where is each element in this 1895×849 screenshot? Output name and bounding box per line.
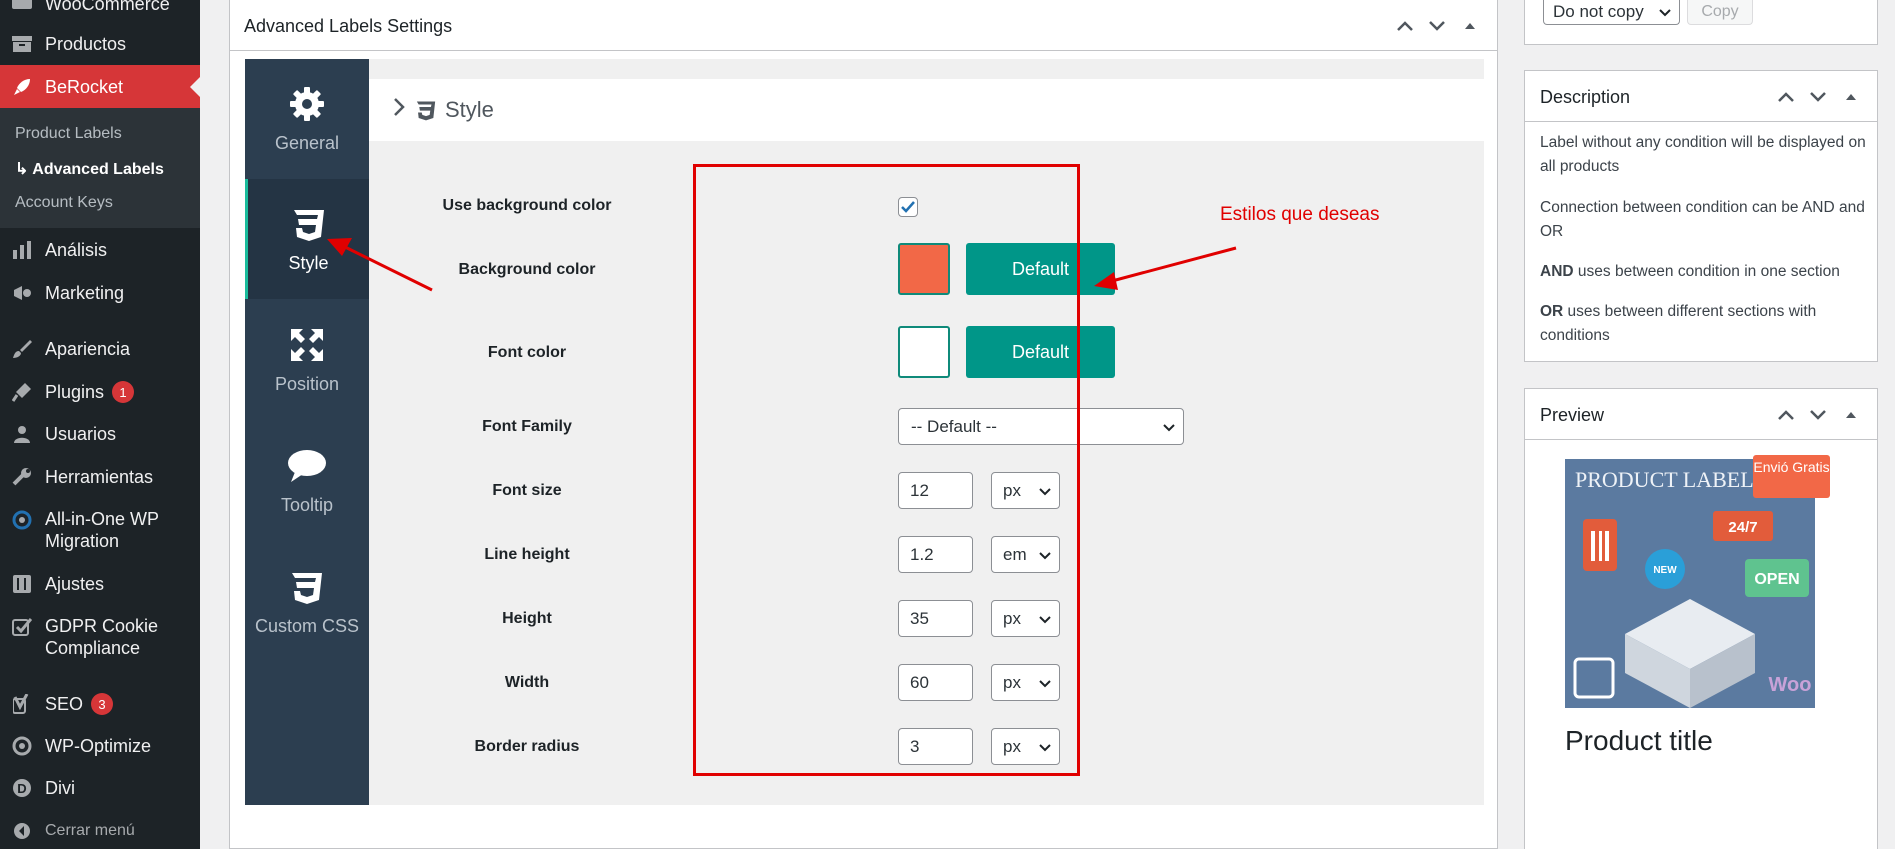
product-label-badge: Envió Gratis — [1753, 455, 1830, 498]
caret-up-icon — [1846, 412, 1856, 418]
description-keyword: AND — [1540, 263, 1574, 280]
description-paragraph: AND uses between condition in one sectio… — [1540, 260, 1870, 284]
arrow-to-style-box — [1094, 246, 1237, 290]
copy-button[interactable]: Copy — [1687, 0, 1753, 25]
copy-mode-select[interactable]: Do not copy — [1543, 0, 1680, 25]
chevron-up-icon — [1778, 410, 1794, 420]
description-paragraph: OR uses between different sections with … — [1540, 300, 1870, 348]
chevron-down-icon — [1810, 410, 1826, 420]
chevron-down-icon — [1810, 92, 1826, 102]
description-text: uses between condition in one section — [1573, 263, 1840, 280]
preview-title: Preview — [1540, 405, 1605, 425]
chevron-up-icon — [1778, 92, 1794, 102]
description-keyword: OR — [1540, 303, 1564, 320]
copy-mode-value: Do not copy — [1553, 2, 1644, 21]
description-title: Description — [1540, 87, 1631, 107]
illustration-tag-24-7: 24/7 — [1728, 519, 1757, 536]
move-down-button[interactable] — [1806, 403, 1830, 427]
copy-settings-box: Do not copy Copy — [1524, 0, 1878, 45]
description-paragraph: Connection between condition can be AND … — [1540, 199, 1865, 240]
description-paragraph: Label without any condition will be disp… — [1540, 134, 1866, 175]
arrow-to-style-tab — [327, 238, 433, 292]
description-box: Description Label without any condition … — [1524, 70, 1878, 362]
preview-box: Preview PRODUCT LABELS 24/7 NEW OPEN Woo… — [1524, 388, 1878, 849]
move-up-button[interactable] — [1774, 85, 1798, 109]
illustration-heading: PRODUCT LABELS — [1575, 467, 1766, 492]
chevron-down-icon — [1659, 9, 1671, 17]
move-down-button[interactable] — [1806, 85, 1830, 109]
caret-up-icon — [1846, 94, 1856, 100]
illustration-tag-open: OPEN — [1754, 571, 1799, 588]
illustration-woo: Woo — [1769, 674, 1812, 696]
illustration-tag-new: NEW — [1653, 565, 1677, 576]
description-text: uses between different sections with con… — [1540, 303, 1817, 344]
toggle-panel-button[interactable] — [1839, 403, 1863, 427]
product-title: Product title — [1565, 725, 1713, 756]
move-up-button[interactable] — [1774, 403, 1798, 427]
toggle-panel-button[interactable] — [1839, 85, 1863, 109]
preview-header: Preview — [1525, 389, 1877, 440]
description-header: Description — [1525, 71, 1877, 122]
